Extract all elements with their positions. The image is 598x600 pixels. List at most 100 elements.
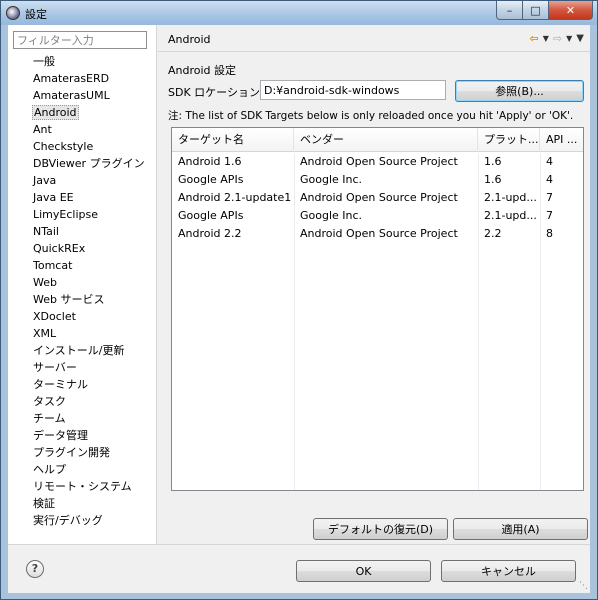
tree-item[interactable]: チーム xyxy=(32,410,146,427)
table-cell: Android 2.1-update1 xyxy=(178,191,292,204)
browse-button[interactable]: 参照(B)... xyxy=(455,80,584,102)
tree-item[interactable]: NTail xyxy=(32,223,146,240)
column-header[interactable]: ターゲット名 xyxy=(172,128,294,152)
title-bar[interactable]: 設定 – □ ✕ xyxy=(1,1,597,25)
tree-item[interactable]: タスク xyxy=(32,393,146,410)
tree-item-label: NTail xyxy=(33,225,59,238)
table-cell: Google Inc. xyxy=(300,173,363,186)
tree-item[interactable]: Web xyxy=(32,274,146,291)
table-row[interactable]: Android 1.6 Android Open Source Project 1.… xyxy=(172,153,583,171)
sdk-targets-table[interactable]: ターゲット名 ベンダー プラット... API ... Android 1.6 Andr… xyxy=(171,127,584,491)
table-row[interactable]: Android 2.2 Android Open Source Project 2.… xyxy=(172,225,583,243)
tree-item-label: 実行/デバッグ xyxy=(33,514,103,527)
tree-item-label: サーバー xyxy=(33,361,77,374)
tree-item[interactable]: Ant xyxy=(32,121,146,138)
table-cell: 2.1-upd... xyxy=(484,191,537,204)
preference-tree-pane: 一般 AmaterasERD AmaterasUML Android Ant Checks… xyxy=(8,25,157,544)
forward-dropdown-icon[interactable]: ▼ xyxy=(566,34,572,43)
tree-item-label: プラグイン開発 xyxy=(33,446,110,459)
tree-item-label: Tomcat xyxy=(33,259,73,272)
filter-input[interactable] xyxy=(13,31,147,49)
view-menu-icon[interactable]: ▼ xyxy=(576,33,584,44)
table-cell: Android Open Source Project xyxy=(300,155,458,168)
sdk-note: 注: The list of SDK Targets below is only… xyxy=(168,110,574,122)
table-cell: 2.1-upd... xyxy=(484,209,537,222)
eclipse-app-icon xyxy=(6,6,20,20)
tree-item-label: Android xyxy=(32,105,79,120)
tree-item-label: データ管理 xyxy=(33,429,88,442)
tree-item[interactable]: Java EE xyxy=(32,189,146,206)
close-icon: ✕ xyxy=(565,3,576,17)
tree-item[interactable]: 実行/デバッグ xyxy=(32,512,146,529)
table-cell: 4 xyxy=(546,155,553,168)
help-icon[interactable]: ? xyxy=(26,560,44,578)
tree-item-label: Checkstyle xyxy=(33,140,94,153)
tree-item[interactable]: ヘルプ xyxy=(32,461,146,478)
minimize-icon: – xyxy=(506,3,513,17)
tree-item[interactable]: ターミナル xyxy=(32,376,146,393)
table-cell: Android Open Source Project xyxy=(300,191,458,204)
maximize-button[interactable]: □ xyxy=(523,1,549,20)
table-cell: Android 2.2 xyxy=(178,227,242,240)
tree-item-label: 検証 xyxy=(33,497,55,510)
dialog-client-area: 一般 AmaterasERD AmaterasUML Android Ant Checks… xyxy=(8,25,590,593)
tree-item-label: LimyEclipse xyxy=(33,208,99,221)
forward-arrow-icon[interactable]: ⇨ xyxy=(553,32,562,45)
window-controls: – □ ✕ xyxy=(496,1,593,20)
tree-item[interactable]: Java xyxy=(32,172,146,189)
tree-item[interactable]: 検証 xyxy=(32,495,146,512)
table-cell: 4 xyxy=(546,173,553,186)
tree-item[interactable]: Checkstyle xyxy=(32,138,146,155)
table-row[interactable]: Google APIs Google Inc. 2.1-upd... 7 xyxy=(172,207,583,225)
ok-button[interactable]: OK xyxy=(296,560,431,582)
tree-item[interactable]: QuickREx xyxy=(32,240,146,257)
table-header: ターゲット名 ベンダー プラット... API ... xyxy=(172,128,583,152)
tree-item[interactable]: XDoclet xyxy=(32,308,146,325)
table-row[interactable]: Android 2.1-update1 Android Open Source P… xyxy=(172,189,583,207)
tree-item-label: リモート・システム xyxy=(33,480,132,493)
tree-item[interactable]: 一般 xyxy=(32,53,146,70)
back-dropdown-icon[interactable]: ▼ xyxy=(543,34,549,43)
button-bar-separator xyxy=(8,544,590,545)
tree-item[interactable]: インストール/更新 xyxy=(32,342,146,359)
page-title: Android xyxy=(168,33,211,46)
back-arrow-icon[interactable]: ⇦ xyxy=(530,32,539,45)
tree-item-label: インストール/更新 xyxy=(33,344,125,357)
restore-defaults-button[interactable]: デフォルトの復元(D) xyxy=(313,518,448,540)
sdk-location-label: SDK ロケーション: xyxy=(168,86,264,99)
tree-item[interactable]: Android xyxy=(32,104,146,121)
tree-item-label: DBViewer プラグイン xyxy=(33,157,145,170)
section-title: Android 設定 xyxy=(168,64,237,77)
resize-grip-icon[interactable]: ⋱ xyxy=(579,581,588,591)
tree-item[interactable]: Web サービス xyxy=(32,291,146,308)
tree-item[interactable]: AmaterasERD xyxy=(32,70,146,87)
table-cell: Google Inc. xyxy=(300,209,363,222)
tree-item[interactable]: リモート・システム xyxy=(32,478,146,495)
column-header[interactable]: ベンダー xyxy=(294,128,478,152)
sdk-location-field[interactable] xyxy=(260,80,446,100)
minimize-button[interactable]: – xyxy=(496,1,523,20)
apply-button[interactable]: 適用(A) xyxy=(453,518,588,540)
maximize-icon: □ xyxy=(530,3,541,17)
tree-item-label: Web サービス xyxy=(33,293,105,306)
tree-item[interactable]: AmaterasUML xyxy=(32,87,146,104)
column-header[interactable]: API ... xyxy=(540,128,583,152)
tree-item[interactable]: サーバー xyxy=(32,359,146,376)
tree-item[interactable]: DBViewer プラグイン xyxy=(32,155,146,172)
table-row[interactable]: Google APIs Google Inc. 1.6 4 xyxy=(172,171,583,189)
cancel-button[interactable]: キャンセル xyxy=(441,560,576,582)
tree-item-label: ヘルプ xyxy=(33,463,66,476)
tree-item[interactable]: データ管理 xyxy=(32,427,146,444)
tree-item-label: Ant xyxy=(33,123,52,136)
tree-item-label: AmaterasUML xyxy=(33,89,110,102)
tree-item[interactable]: プラグイン開発 xyxy=(32,444,146,461)
page-header: Android ⇦ ▼ ⇨ ▼ ▼ xyxy=(158,25,590,52)
column-header[interactable]: プラット... xyxy=(478,128,540,152)
close-button[interactable]: ✕ xyxy=(549,1,593,20)
table-cell: Android 1.6 xyxy=(178,155,242,168)
tree-item[interactable]: LimyEclipse xyxy=(32,206,146,223)
tree-item[interactable]: Tomcat xyxy=(32,257,146,274)
table-cell: 8 xyxy=(546,227,553,240)
tree-item[interactable]: XML xyxy=(32,325,146,342)
tree-item-label: ターミナル xyxy=(33,378,88,391)
